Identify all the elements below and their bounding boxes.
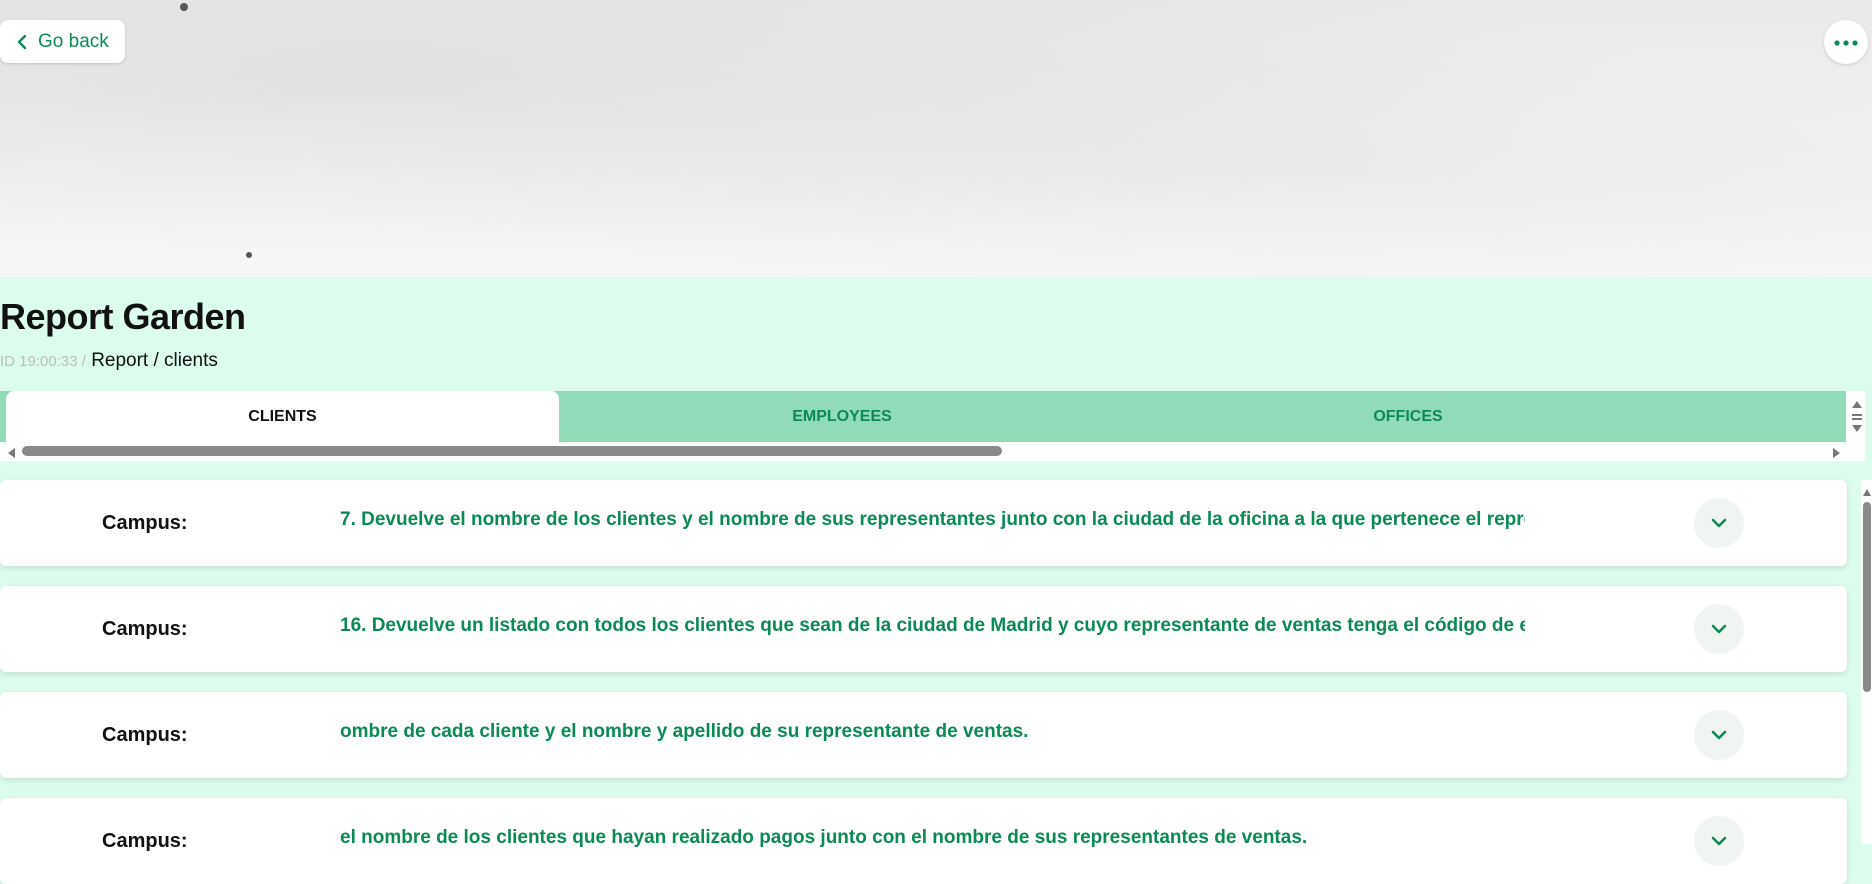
chevron-left-icon <box>6 34 38 50</box>
more-options-button[interactable] <box>1824 20 1868 64</box>
item-title: 7. Devuelve el nombre de los clientes y … <box>340 509 1525 530</box>
list-scrollbar-thumb[interactable] <box>1863 502 1871 692</box>
go-back-button[interactable]: Go back <box>0 20 125 63</box>
list-item[interactable]: Campus: ombre de cada cliente y el nombr… <box>0 692 1847 778</box>
tab-label: CLIENTS <box>248 407 317 425</box>
go-back-label: Go back <box>38 30 109 52</box>
item-label: Campus: <box>102 724 188 746</box>
list-item[interactable]: Campus: el nombre de los clientes que ha… <box>0 798 1847 884</box>
header-banner <box>0 0 1872 277</box>
chevron-down-icon <box>1711 730 1727 740</box>
breadcrumb: ID 19:00:33 / Report / clients <box>0 350 218 372</box>
item-label: Campus: <box>102 618 188 640</box>
tabs-container: CLIENTS EMPLOYEES OFFICES <box>0 391 1865 461</box>
item-label: Campus: <box>102 830 188 852</box>
more-horizontal-icon <box>1834 33 1858 51</box>
tab-employees[interactable]: EMPLOYEES <box>559 391 1125 442</box>
tabs-horizontal-scrollbar-thumb[interactable] <box>22 446 1002 456</box>
expand-button[interactable] <box>1694 498 1744 548</box>
list-item[interactable]: Campus: 16. Devuelve un listado con todo… <box>0 586 1847 672</box>
list-item[interactable]: Campus: 7. Devuelve el nombre de los cli… <box>0 480 1847 566</box>
expand-button[interactable] <box>1694 710 1744 760</box>
chevron-down-icon <box>1711 624 1727 634</box>
item-label: Campus: <box>102 512 188 534</box>
expand-button[interactable] <box>1694 816 1744 866</box>
item-title: 16. Devuelve un listado con todos los cl… <box>340 615 1525 636</box>
scroll-left-arrow-icon[interactable] <box>6 446 16 464</box>
chevron-down-icon <box>1711 518 1727 528</box>
item-title: ombre de cada cliente y el nombre y apel… <box>340 721 1029 742</box>
scroll-right-arrow-icon[interactable] <box>1832 446 1842 464</box>
tab-clients[interactable]: CLIENTS <box>6 391 559 442</box>
banner-speck <box>246 252 252 258</box>
tab-bar: CLIENTS EMPLOYEES OFFICES <box>0 391 1846 442</box>
tab-offices[interactable]: OFFICES <box>1125 391 1691 442</box>
page-title: Report Garden <box>0 296 246 337</box>
tabs-vertical-scrollbar[interactable] <box>1849 391 1865 442</box>
banner-speck <box>180 3 188 11</box>
breadcrumb-path: Report / clients <box>91 350 218 371</box>
expand-button[interactable] <box>1694 604 1744 654</box>
tab-label: EMPLOYEES <box>792 407 892 425</box>
list-vertical-scrollbar[interactable] <box>1861 480 1872 844</box>
chevron-down-icon <box>1711 836 1727 846</box>
tab-label: OFFICES <box>1373 407 1443 425</box>
scroll-up-arrow-icon[interactable] <box>1862 484 1872 502</box>
breadcrumb-id: ID 19:00:33 / <box>0 353 86 370</box>
item-title: el nombre de los clientes que hayan real… <box>340 827 1308 848</box>
